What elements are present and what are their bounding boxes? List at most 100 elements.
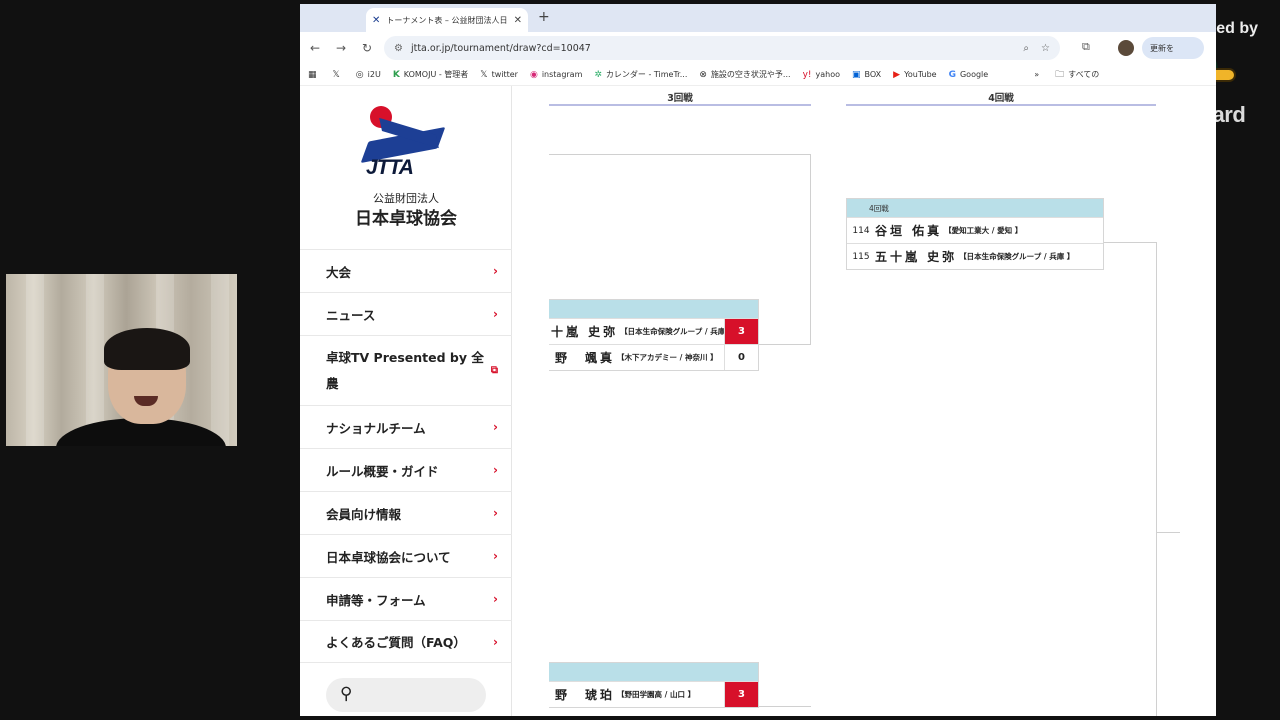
nav-item-forms[interactable]: 申請等・フォーム › — [300, 577, 512, 620]
chevron-right-icon: › — [493, 634, 498, 649]
bookmark-item[interactable]: ◉ instagram — [530, 70, 582, 80]
main-nav: 大会 › ニュース › 卓球TV Presented by 全農 ⧉ ナショナルチーム… — [300, 249, 512, 663]
bookmark-yahoo-icon: y! — [802, 69, 812, 80]
bookmark-label: Google — [959, 70, 989, 79]
bookmark-item[interactable]: 𝕏twitter — [480, 70, 518, 80]
draw-number: 114 — [852, 225, 870, 236]
tab-bar: ✕ トーナメント表 – 公益財団法人日 ✕ + — [300, 4, 1216, 32]
bookmark-i2u-icon: ◎ — [355, 69, 364, 80]
player-affiliation: 【日本生命保険グループ / 兵庫 】 — [959, 252, 1075, 261]
bookmark-item[interactable]: K KOMOJU - 管理者 — [393, 69, 468, 80]
round-3-label: 3回戦 — [667, 93, 693, 104]
bookmark-facility-icon: ⊗ — [699, 69, 707, 80]
nav-item-news[interactable]: ニュース › — [300, 292, 512, 335]
nav-item-rules-guide[interactable]: ルール概要・ガイド › — [300, 448, 512, 491]
bracket-line — [1103, 242, 1156, 243]
bookmark-item[interactable]: 𝕏 — [333, 70, 344, 80]
nav-label: 日本卓球協会について — [326, 549, 451, 565]
url-text[interactable]: jtta.or.jp/tournament/draw?cd=10047 — [411, 43, 1011, 54]
bookmark-item[interactable]: ⊗ 施設の空き状況や予... — [699, 69, 790, 80]
profile-avatar[interactable] — [1118, 40, 1134, 56]
reload-icon[interactable]: ↻ — [354, 41, 380, 55]
apps-grid-icon[interactable]: ▦ — [308, 70, 321, 80]
nav-item-tournaments[interactable]: 大会 › — [300, 249, 512, 292]
score-cell: 3 — [724, 682, 758, 707]
nav-label: 申請等・フォーム — [326, 592, 426, 608]
match-player-row: 114 谷垣 佑真 【愛知工業大 / 愛知 】 — [847, 217, 1103, 243]
nav-item-about[interactable]: 日本卓球協会について › — [300, 534, 512, 577]
round-4-underline — [846, 104, 1156, 106]
bookmark-youtube-icon: ▶ — [893, 69, 901, 80]
bracket-line — [810, 154, 811, 344]
update-label: 更新を — [1150, 43, 1174, 53]
player-name: 十嵐 史弥 — [551, 325, 619, 339]
bookmarks-bar: ▦ 𝕏 ◎ i2U K KOMOJU - 管理者 𝕏twitter ◉ instagr… — [300, 64, 1216, 86]
extensions-icon[interactable]: ⧉ — [1082, 40, 1090, 54]
nav-item-faq[interactable]: よくあるご質問（FAQ） › — [300, 620, 512, 663]
bracket-line — [1156, 242, 1157, 716]
jtta-favicon-icon: ✕ — [372, 14, 381, 26]
bookmark-label: 施設の空き状況や予... — [710, 70, 791, 79]
tab-tournament[interactable]: ✕ トーナメント表 – 公益財団法人日 ✕ — [366, 8, 528, 32]
bookmark-instagram-icon: ◉ — [529, 69, 538, 80]
bracket-line — [1156, 532, 1180, 533]
nav-item-member-info[interactable]: 会員向け情報 › — [300, 491, 512, 534]
nav-label: ルール概要・ガイド — [326, 463, 439, 479]
player-affiliation: 【愛知工業大 / 愛知 】 — [944, 226, 1023, 235]
bookmark-star-icon[interactable]: ☆ — [1041, 43, 1050, 54]
nav-item-national-team[interactable]: ナショナルチーム › — [300, 405, 512, 448]
speaker — [56, 328, 226, 446]
page-viewport: JTTA 公益財団法人 日本卓球協会 大会 › ニュース › 卓球TV Presen… — [300, 86, 1216, 716]
bookmark-label: i2U — [367, 70, 381, 79]
external-link-icon: ⧉ — [490, 364, 498, 376]
site-info-icon[interactable]: ⚙ — [394, 43, 403, 54]
player-name: 谷垣 佑真 — [875, 224, 943, 238]
player-name: 野 颯真 — [555, 351, 616, 365]
bookmark-label: カレンダー - TimeTr... — [605, 70, 688, 79]
bookmark-item[interactable]: ▣ BOX — [852, 70, 881, 80]
match-header — [549, 663, 758, 681]
zoom-icon[interactable]: ⌕ — [1023, 43, 1029, 54]
score-cell: 3 — [724, 319, 758, 344]
bookmark-item[interactable]: ✲ カレンダー - TimeTr... — [594, 69, 687, 80]
bracket-line — [758, 706, 811, 707]
match-player-row: 115 五十嵐 史弥 【日本生命保険グループ / 兵庫 】 — [847, 243, 1103, 269]
player-affiliation: 【木下アカデミー / 神奈川 】 — [617, 353, 718, 362]
nav-label: 卓球TV Presented by 全農 — [326, 349, 484, 391]
bookmark-item[interactable]: G Google — [949, 70, 989, 80]
bookmarks-overflow-icon[interactable]: » — [1034, 70, 1039, 79]
tab-close-icon[interactable]: ✕ — [514, 15, 522, 26]
forward-icon[interactable]: → — [328, 41, 354, 55]
site-search-button[interactable]: ⚲ — [326, 678, 486, 712]
org-name: 日本卓球協会 — [355, 209, 457, 229]
match-player-row: 野 琥珀 【野田学園高 / 山口 】 3 — [549, 681, 758, 707]
bookmark-item[interactable]: ◎ i2U — [356, 70, 381, 80]
draw-number: 115 — [852, 251, 870, 262]
bookmark-komoju-icon: K — [392, 69, 400, 80]
back-icon[interactable]: ← — [302, 41, 328, 55]
nav-item-takkyu-tv[interactable]: 卓球TV Presented by 全農 ⧉ — [300, 335, 512, 405]
bookmark-google-icon: G — [948, 69, 956, 80]
nav-label: ナショナルチーム — [326, 420, 426, 436]
webcam-feed — [6, 274, 237, 446]
bookmark-label: yahoo — [815, 70, 841, 79]
round-4-label: 4回戦 — [988, 93, 1014, 104]
jtta-logo[interactable]: JTTA — [360, 104, 446, 184]
all-bookmarks-folder[interactable]: 🗀 すべての — [1055, 67, 1099, 83]
bookmark-label: YouTube — [904, 70, 937, 79]
address-bar[interactable]: ⚙ jtta.or.jp/tournament/draw?cd=10047 ⌕ … — [384, 36, 1060, 60]
match-round-3[interactable]: 野 琥珀 【野田学園高 / 山口 】 3 — [549, 662, 759, 708]
bookmark-label: instagram — [541, 70, 583, 79]
bookmark-item[interactable]: y! yahoo — [803, 70, 840, 80]
bookmark-item[interactable]: ▶ YouTube — [893, 70, 936, 80]
nav-label: よくあるご質問（FAQ） — [326, 635, 466, 650]
search-icon: ⚲ — [340, 684, 353, 704]
curtain-fold — [26, 274, 44, 446]
match-player-row: 十嵐 史弥 【日本生命保険グループ / 兵庫 】 3 — [549, 318, 758, 344]
match-round-4[interactable]: 4回戦 114 谷垣 佑真 【愛知工業大 / 愛知 】 115 五十嵐 史弥 【… — [846, 198, 1104, 270]
folder-icon: 🗀 — [1055, 69, 1065, 80]
new-tab-icon[interactable]: + — [538, 9, 550, 25]
update-button[interactable]: 更新を — [1142, 37, 1204, 59]
match-round-3[interactable]: 十嵐 史弥 【日本生命保険グループ / 兵庫 】 3 野 颯真 【木下アカデミー… — [549, 299, 759, 371]
chevron-right-icon: › — [493, 420, 498, 434]
